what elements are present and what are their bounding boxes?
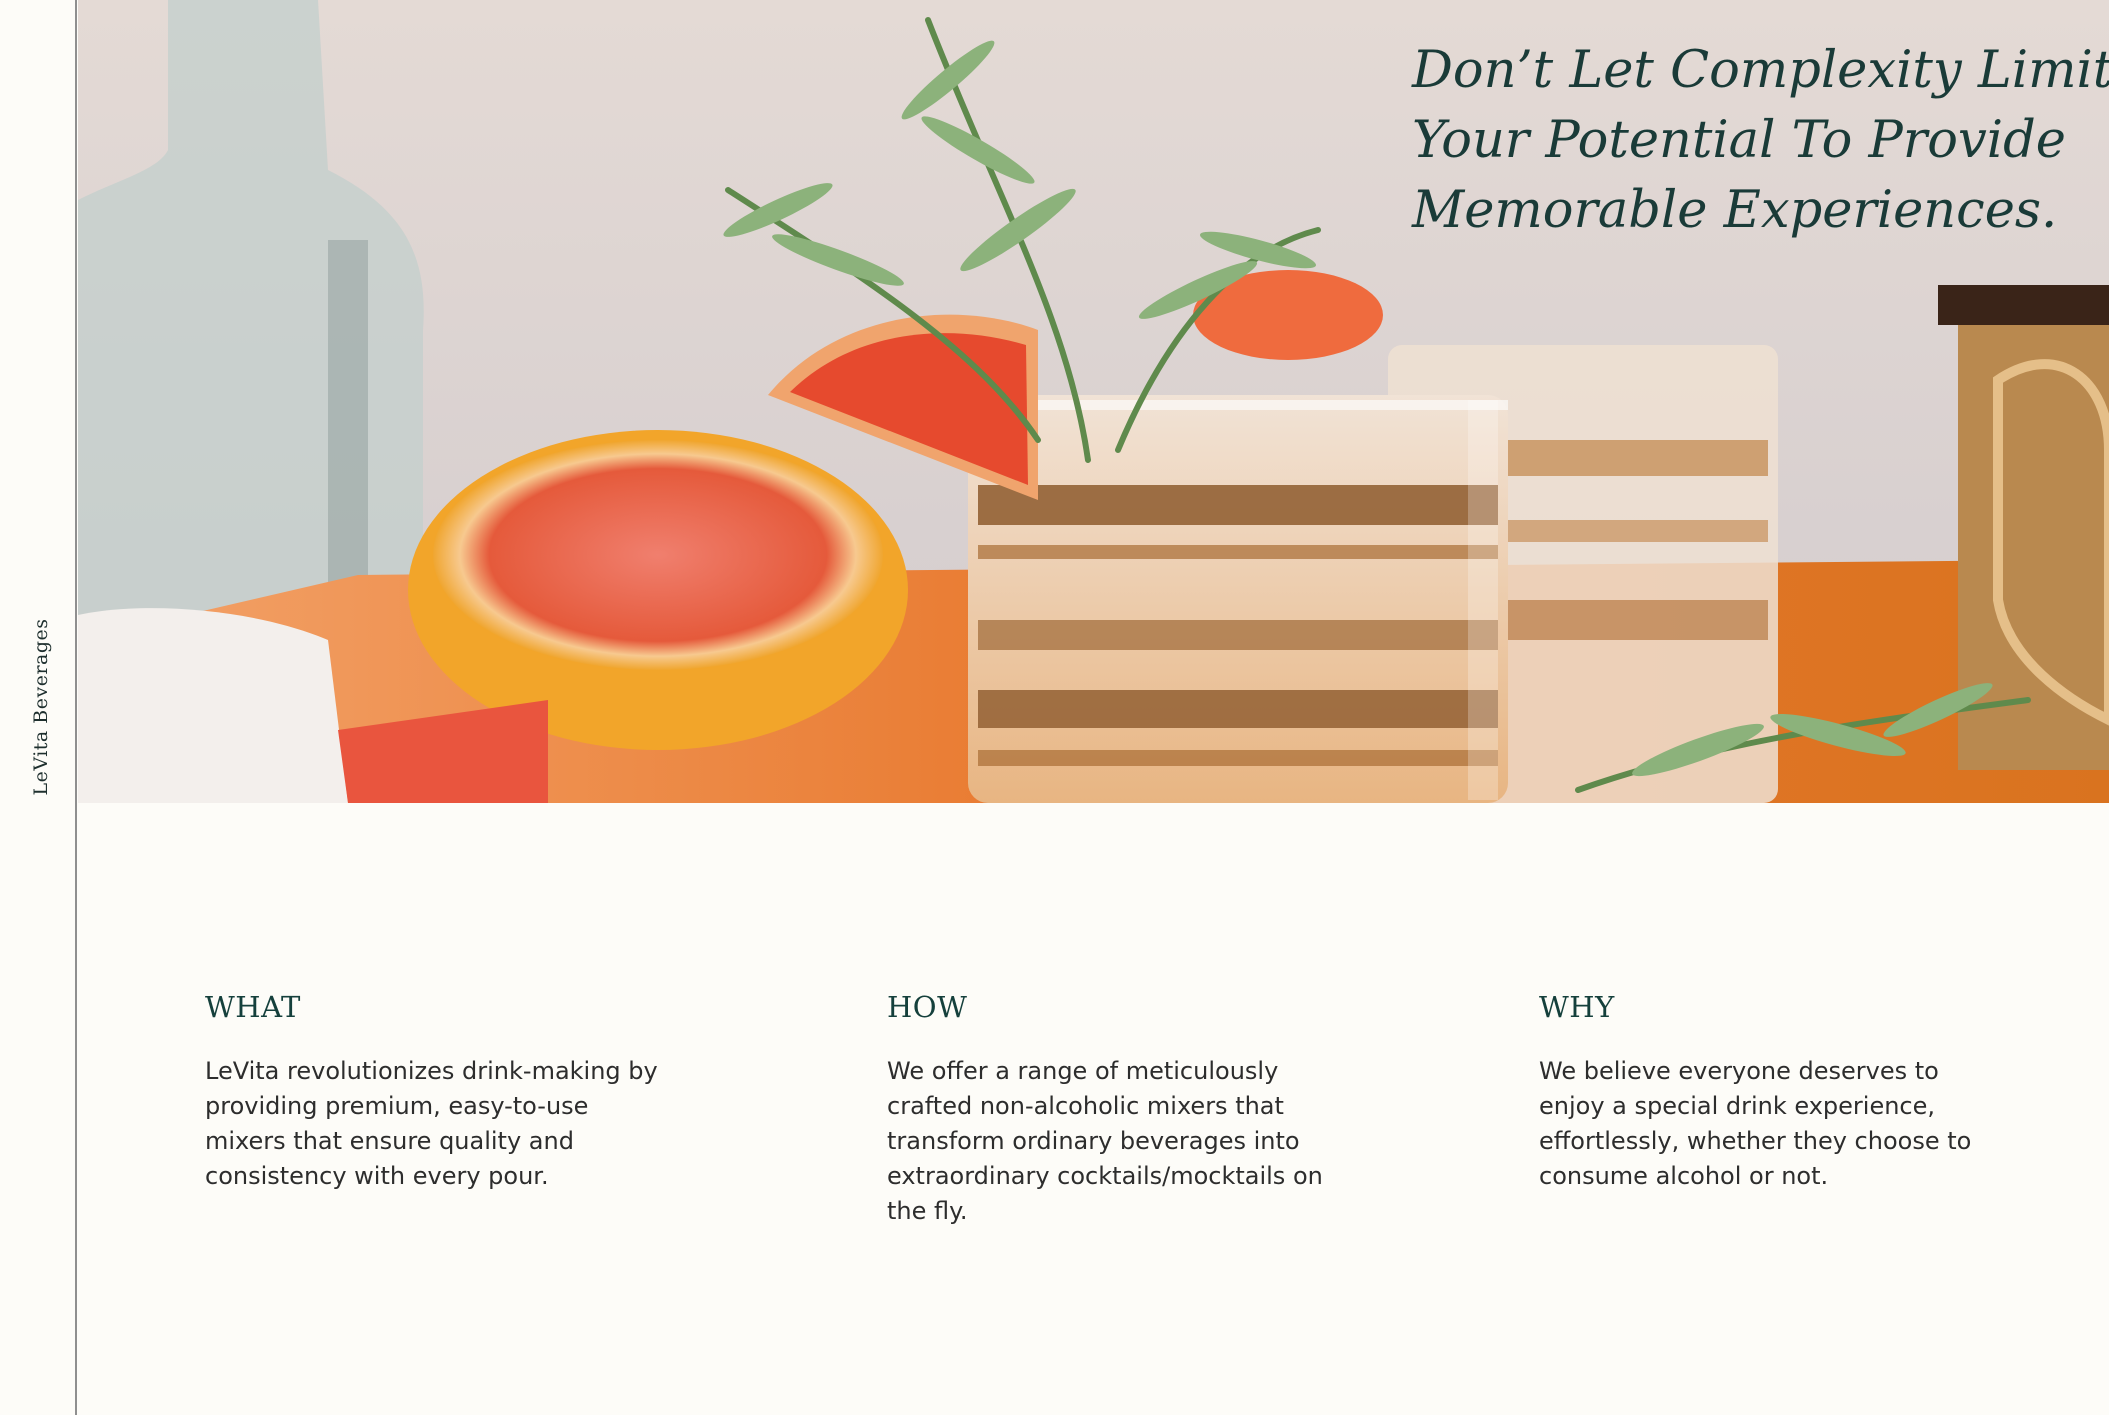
hero-headline: Don’t Let Complexity Limit Your Potentia… xyxy=(1412,41,2109,240)
column-body: LeVita revolutionizes drink-making by pr… xyxy=(205,1057,658,1190)
column-why: WHY We believe everyone deserves to enjo… xyxy=(1539,990,1989,1194)
column-how: HOW We offer a range of meticulously cra… xyxy=(887,990,1337,1229)
side-rail: LeVita Beverages xyxy=(0,0,77,1415)
column-heading: WHAT xyxy=(205,990,301,1024)
column-body: We believe everyone deserves to enjoy a … xyxy=(1539,1057,1972,1190)
hero-section: Don’t Let Complexity Limit Your Potentia… xyxy=(78,0,2109,803)
brand-name: LeVita Beverages xyxy=(30,618,52,796)
column-body: We offer a range of meticulously crafted… xyxy=(887,1057,1323,1225)
column-heading: HOW xyxy=(887,990,968,1024)
column-heading: WHY xyxy=(1539,990,1615,1024)
column-what: WHAT LeVita revolutionizes drink-making … xyxy=(205,990,675,1194)
